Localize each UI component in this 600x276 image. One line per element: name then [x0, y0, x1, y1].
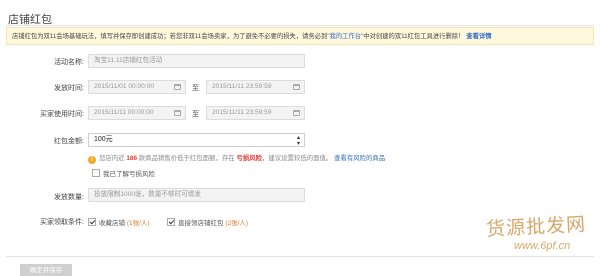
condition-label: 收藏店铺	[99, 220, 125, 227]
activity-name-label: 活动名称:	[54, 59, 84, 66]
warning-text-after: ，建议设置较低的面值。	[262, 155, 333, 162]
issue-start-input[interactable]: 2015/11/01 00:00:00	[88, 80, 186, 94]
condition-favorite-shop[interactable]: 收藏店铺 (1张/人)	[88, 217, 150, 227]
condition-detail: (2张/人)	[225, 220, 249, 227]
activity-name-input[interactable]: 淘宝11.11店铺红包活动	[88, 54, 305, 68]
condition-direct-claim[interactable]: 直接领店铺红包 (2张/人)	[167, 217, 248, 227]
loss-risk-warning: ! 您店内近 186 款商品销售价低于红包面额，存在 亏损风险，建议设置较低的面值…	[88, 153, 385, 164]
warning-count: 186	[126, 155, 138, 162]
calendar-icon[interactable]	[293, 84, 300, 90]
notice-text: 店铺红包为双11会场基础玩法，填写并保存即创建成功；若您非双11会场卖家，为了避…	[12, 33, 328, 40]
risk-ack-checkbox[interactable]	[92, 169, 100, 177]
use-start-value: 2015/11/11 00:00:00	[94, 109, 154, 116]
calendar-icon[interactable]	[174, 110, 181, 116]
watermark-url: www.6pf.cn	[514, 240, 571, 252]
amount-select[interactable]: 100元 ▴ ▾	[88, 133, 305, 147]
warning-risk: 亏损风险	[236, 155, 262, 162]
warning-text: 您店内近	[99, 155, 125, 162]
amount-selected-value: 100元	[94, 136, 113, 143]
issue-start-value: 2015/11/01 00:00:00	[94, 83, 155, 90]
issue-time-separator: 至	[192, 85, 199, 92]
issue-end-value: 2015/11/11 23:59:59	[212, 83, 272, 90]
risk-ack-label: 我已了解亏损风险	[103, 171, 155, 178]
notice-text-tail: 中对创建的双11红包工具进行删除！	[363, 33, 465, 40]
notice-banner: 店铺红包为双11会场基础玩法，填写并保存即创建成功；若您非双11会场卖家，为了避…	[6, 27, 594, 45]
view-risk-items-link[interactable]: 查看有风险的商品	[334, 155, 385, 162]
view-details-link[interactable]: 查看详情	[466, 33, 491, 40]
issue-end-input[interactable]: 2015/11/11 23:59:59	[206, 80, 305, 94]
quantity-label: 发放数量:	[54, 194, 84, 201]
condition-checkbox[interactable]	[88, 218, 96, 226]
condition-detail: (1张/人)	[126, 220, 150, 227]
use-end-input[interactable]: 2015/11/11 23:59:59	[206, 106, 305, 120]
use-time-separator: 至	[192, 111, 199, 118]
condition-label: 直接领店铺红包	[178, 220, 224, 227]
select-arrows-icon: ▴ ▾	[296, 135, 300, 147]
watermark: 货源批发网	[485, 213, 587, 241]
title-divider	[6, 25, 594, 26]
calendar-icon[interactable]	[293, 110, 300, 116]
conditions-label: 买家领取条件:	[40, 219, 84, 226]
amount-label: 红包金额:	[54, 138, 84, 145]
use-time-label: 买家使用时间:	[40, 111, 84, 118]
warning-icon: !	[88, 156, 96, 164]
issue-time-label: 发放时间:	[54, 85, 84, 92]
use-start-input[interactable]: 2015/11/11 00:00:00	[88, 106, 186, 120]
save-button[interactable]: 确定并保存	[20, 264, 72, 276]
workbench-link[interactable]: "我的工作台"	[327, 33, 363, 40]
condition-checkbox[interactable]	[167, 218, 175, 226]
risk-ack-option[interactable]: 我已了解亏损风险	[92, 168, 155, 178]
quantity-input[interactable]: 投放限制1000张，数量不够时可增发	[88, 188, 305, 202]
use-end-value: 2015/11/11 23:59:59	[212, 109, 272, 116]
calendar-icon[interactable]	[174, 84, 181, 90]
footer-divider	[6, 256, 594, 257]
warning-text-middle: 款商品销售价低于红包面额，存在	[138, 155, 235, 162]
